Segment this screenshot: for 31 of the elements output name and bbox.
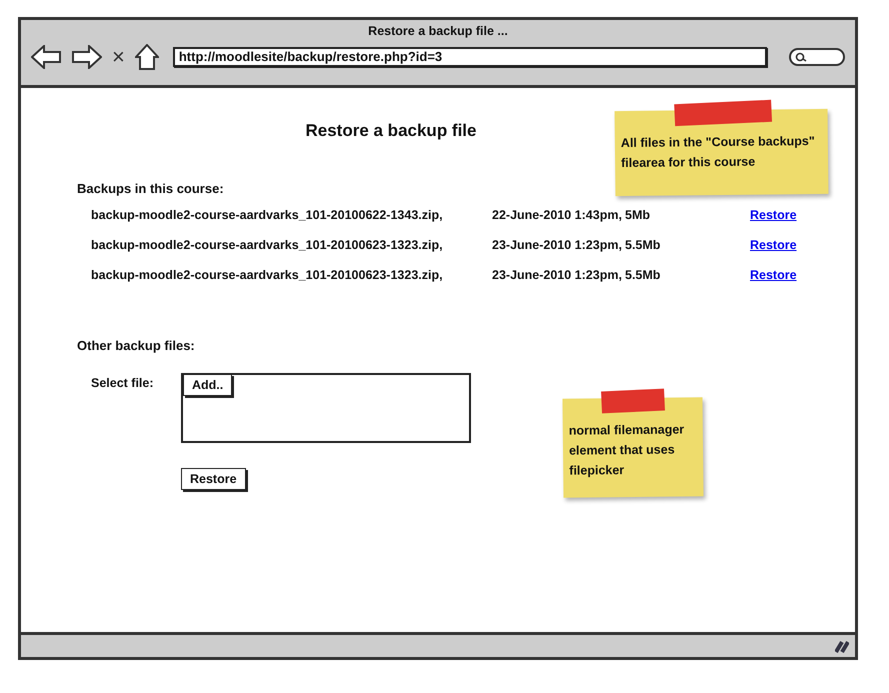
file-name: backup-moodle2-course-aardvarks_101-20100623-1323.zip, <box>91 238 444 252</box>
file-date: 23-June-2010 1:23pm, <box>492 238 623 252</box>
section-label: Backups in this course: <box>77 181 225 196</box>
restore-link[interactable]: Restore <box>750 208 797 222</box>
file-size: 5.5Mb <box>625 268 662 282</box>
file-manager-area[interactable]: Add.. <box>181 373 471 443</box>
field-label: Select file: <box>91 375 155 392</box>
page-heading: Restore a backup file <box>304 121 478 141</box>
stop-button[interactable]: × <box>112 46 125 68</box>
note-text: normal filemanager element that uses filepicker <box>568 421 686 480</box>
restore-link[interactable]: Restore <box>750 238 797 252</box>
file-size: 5.5Mb <box>625 238 662 252</box>
window-title: Restore a backup file ... <box>367 23 509 40</box>
file-date: 23-June-2010 1:23pm, <box>492 268 623 282</box>
file-date: 22-June-2010 1:43pm, <box>492 208 623 222</box>
forward-icon[interactable] <box>72 45 102 69</box>
file-name: backup-moodle2-course-aardvarks_101-20100623-1323.zip, <box>91 268 444 282</box>
add-button[interactable]: Add.. <box>183 374 232 396</box>
search-field[interactable] <box>789 48 845 66</box>
file-name: backup-moodle2-course-aardvarks_101-20100622-1343.zip, <box>91 208 444 222</box>
search-icon <box>795 52 807 62</box>
restore-button[interactable]: Restore <box>181 468 246 490</box>
resize-grip-icon[interactable] <box>835 640 849 652</box>
address-field[interactable]: http://moodlesite/backup/restore.php?id=3 <box>172 47 767 67</box>
note-text: All files in the "Course backups" filearea for this course <box>620 133 816 172</box>
file-size: 5Mb <box>625 208 651 222</box>
home-icon[interactable] <box>134 44 159 70</box>
tape-strip <box>601 388 665 414</box>
restore-link[interactable]: Restore <box>750 268 797 282</box>
section-label: Other backup files: <box>77 338 196 353</box>
back-icon[interactable] <box>31 45 62 69</box>
